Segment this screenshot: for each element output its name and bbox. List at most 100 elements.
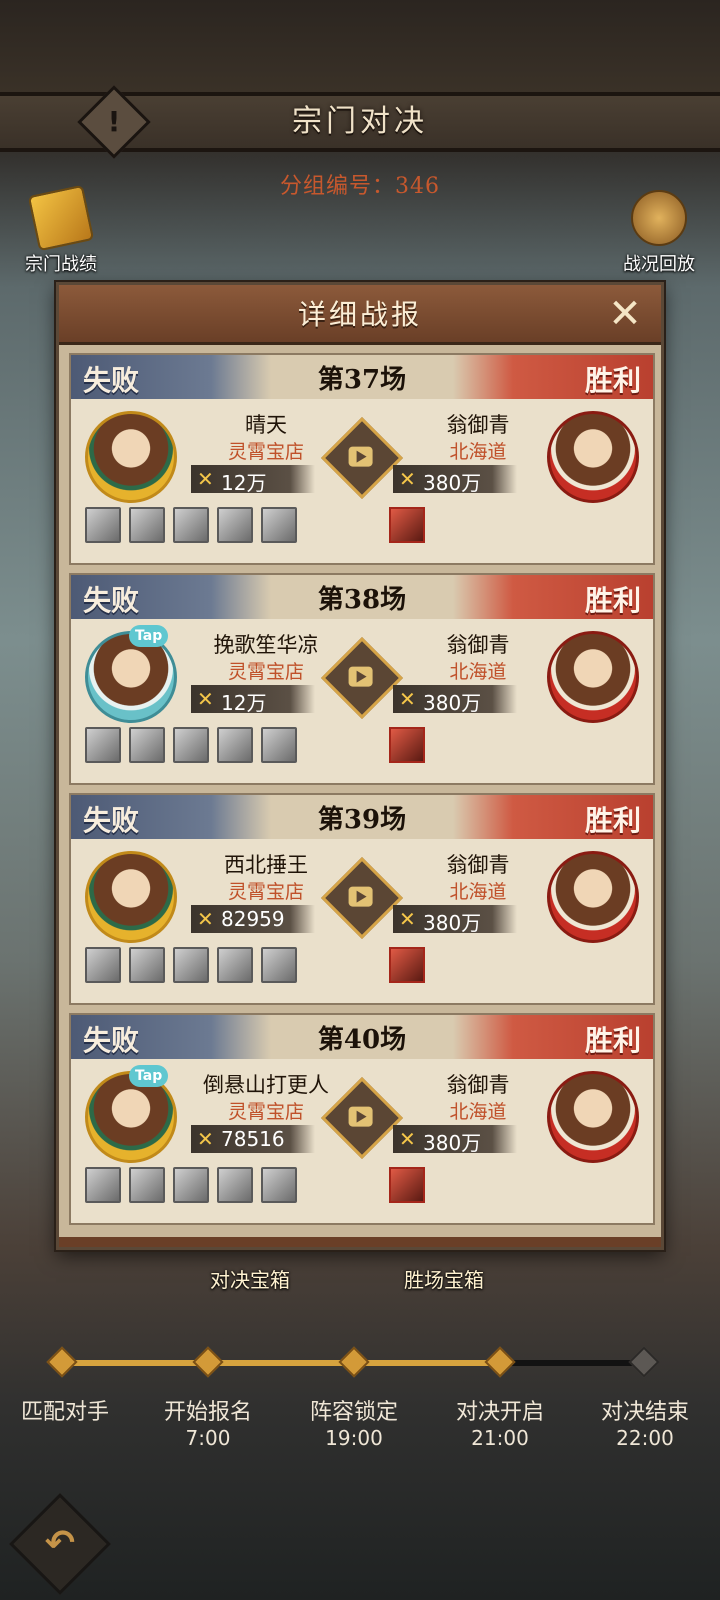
timeline-node — [484, 1346, 516, 1378]
match-card: 失败 第39场 胜利 西北捶王 灵霄宝店 ✕ 82959 翁御青 北海道 ✕ 380… — [69, 793, 655, 1005]
match-header: 失败 第38场 胜利 — [71, 575, 653, 619]
hero-portrait[interactable] — [261, 727, 297, 763]
opponent-hero-portrait[interactable] — [389, 727, 425, 763]
timeline-node — [628, 1346, 660, 1378]
hero-portrait[interactable] — [217, 1167, 253, 1203]
dialog-title: 详细战报 — [297, 298, 422, 331]
crossed-swords-icon: ✕ — [399, 907, 416, 931]
crossed-swords-icon: ✕ — [399, 1127, 416, 1151]
right-power-value: 380万 — [423, 1131, 482, 1155]
win-label: 胜利 — [584, 1024, 641, 1057]
replay-icon — [631, 190, 687, 246]
battle-report-dialog: 详细战报 ✕ 失败 第37场 胜利 晴天 灵霄宝店 ✕ 12万 翁御青 北海道 ✕… — [56, 282, 664, 1250]
win-label: 胜利 — [584, 364, 641, 397]
hero-portrait[interactable] — [129, 947, 165, 983]
dialog-header: 详细战报 ✕ — [59, 285, 661, 345]
hero-portrait[interactable] — [129, 727, 165, 763]
close-icon[interactable]: ✕ — [607, 294, 643, 334]
dialog-footer — [59, 1237, 661, 1247]
tap-badge: Tap — [129, 625, 169, 647]
video-replay-icon — [348, 886, 373, 907]
win-band: 胜利 — [453, 575, 653, 619]
timeline-node — [192, 1346, 224, 1378]
stage-label: 开始报名 — [163, 1400, 252, 1425]
hero-portrait[interactable] — [173, 507, 209, 543]
stage-label: 对决结束 — [600, 1400, 689, 1425]
hero-portrait[interactable] — [261, 947, 297, 983]
stage-time: 7:00 — [185, 1426, 231, 1450]
sect-record-button[interactable]: 宗门战绩 — [6, 184, 116, 280]
left-power-value: 12万 — [221, 691, 267, 715]
left-player-name: 西北捶王 — [224, 853, 308, 877]
right-power-value: 380万 — [423, 691, 482, 715]
hero-portrait[interactable] — [85, 727, 121, 763]
hero-portrait[interactable] — [261, 507, 297, 543]
duel-chest-label[interactable]: 对决宝箱 — [210, 1264, 290, 1293]
timeline-node — [338, 1346, 370, 1378]
hero-portrait[interactable] — [217, 947, 253, 983]
hero-portrait[interactable] — [217, 507, 253, 543]
right-player-avatar[interactable] — [547, 631, 639, 723]
stage-time: 21:00 — [471, 1426, 529, 1450]
win-chest-label[interactable]: 胜场宝箱 — [404, 1264, 484, 1293]
battle-replay-label: 战况回放 — [623, 254, 695, 275]
match-list[interactable]: 失败 第37场 胜利 晴天 灵霄宝店 ✕12万 翁御青 北海道 ✕380万 — [59, 345, 661, 1225]
match-header: 失败 第40场 胜利 — [71, 1015, 653, 1059]
right-player-avatar[interactable] — [547, 851, 639, 943]
video-replay-icon — [348, 1106, 373, 1127]
opponent-hero-portrait[interactable] — [389, 507, 425, 543]
left-player-name: 晴天 — [245, 413, 287, 437]
left-player-avatar[interactable] — [85, 411, 177, 503]
crossed-swords-icon: ✕ — [197, 687, 214, 711]
hero-portrait[interactable] — [173, 947, 209, 983]
crossed-swords-icon: ✕ — [197, 1127, 214, 1151]
match-card: 失败 第40场 胜利 Tap 倒悬山打更人 灵霄宝店 ✕ 78516 翁御青 北海… — [69, 1013, 655, 1225]
left-power: ✕ 12万 — [191, 465, 315, 495]
left-power: ✕ 82959 — [191, 905, 315, 933]
sect-record-label: 宗门战绩 — [25, 254, 97, 275]
crossed-swords-icon: ✕ — [399, 467, 416, 491]
hero-portrait[interactable] — [85, 507, 121, 543]
hero-portrait[interactable] — [173, 727, 209, 763]
hero-portrait[interactable] — [217, 727, 253, 763]
hero-portrait[interactable] — [261, 1167, 297, 1203]
right-player-guild: 北海道 — [449, 881, 507, 903]
right-power: ✕ 380万 — [393, 1125, 517, 1155]
right-power: ✕ 380万 — [393, 465, 517, 495]
right-player-name: 翁御青 — [446, 413, 510, 437]
right-player-avatar[interactable] — [547, 411, 639, 503]
opponent-hero-portrait[interactable] — [389, 947, 425, 983]
left-player-name: 挽歌笙华凉 — [213, 633, 319, 657]
stage-label: 阵容锁定 — [309, 1400, 398, 1425]
right-player-avatar[interactable] — [547, 1071, 639, 1163]
match-header: 失败 第39场 胜利 — [71, 795, 653, 839]
match-card: 失败 第38场 胜利 Tap 挽歌笙华凉 灵霄宝店 ✕ 12万 翁御青 北海道 ✕… — [69, 573, 655, 785]
timeline-node — [46, 1346, 78, 1378]
hero-portrait[interactable] — [129, 1167, 165, 1203]
hero-portrait[interactable] — [85, 947, 121, 983]
opponent-hero-portrait[interactable] — [389, 1167, 425, 1203]
win-band: 胜利 — [453, 1015, 653, 1059]
right-power-value: 380万 — [423, 471, 482, 495]
win-band: 胜利 — [453, 795, 653, 839]
stage-label: 匹配对手 — [20, 1400, 109, 1425]
left-power: ✕ 78516 — [191, 1125, 315, 1153]
hero-portrait[interactable] — [85, 1167, 121, 1203]
left-power: ✕ 12万 — [191, 685, 315, 715]
match-card: 失败 第37场 胜利 晴天 灵霄宝店 ✕ 12万 翁御青 北海道 ✕ 380万 — [69, 353, 655, 565]
video-replay-icon — [348, 666, 373, 687]
win-label: 胜利 — [584, 804, 641, 837]
left-player-name: 倒悬山打更人 — [203, 1073, 329, 1097]
win-label: 胜利 — [584, 584, 641, 617]
left-player-avatar[interactable] — [85, 851, 177, 943]
hero-portrait[interactable] — [129, 507, 165, 543]
hero-portrait[interactable] — [173, 1167, 209, 1203]
right-power-value: 380万 — [423, 911, 482, 935]
page-title: 宗门对决 — [292, 104, 428, 139]
scroll-icon — [27, 184, 95, 252]
right-power: ✕ 380万 — [393, 685, 517, 715]
schedule-timeline: 匹配对手 开始报名 阵容锁定 对决开启 对决结束 7:00 19:00 21:0… — [0, 1340, 720, 1480]
right-player-guild: 北海道 — [449, 441, 507, 463]
back-button[interactable]: ↶ — [9, 1493, 111, 1595]
battle-replay-button[interactable]: 战况回放 — [604, 190, 714, 280]
